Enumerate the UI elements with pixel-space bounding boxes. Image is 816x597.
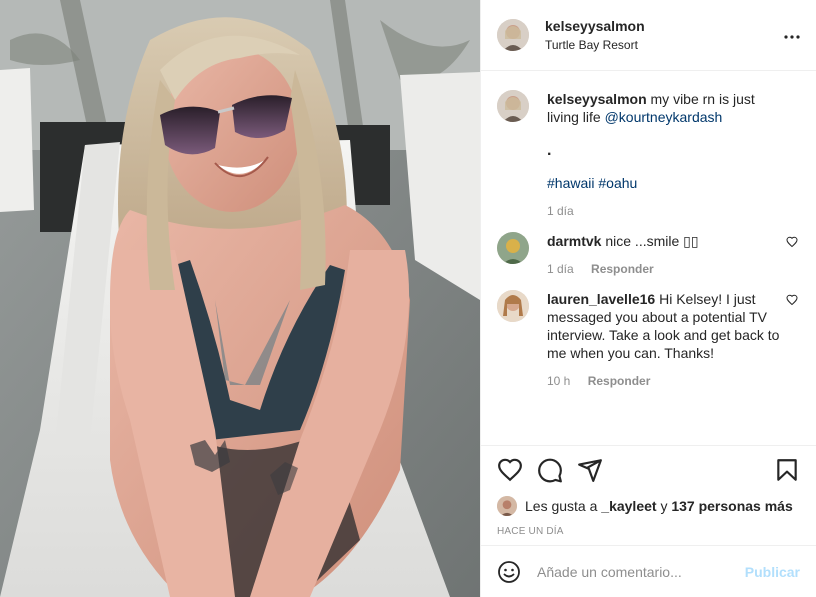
commenter-username[interactable]: lauren_lavelle16 (547, 291, 655, 307)
smiley-icon[interactable] (497, 560, 521, 584)
caption-username[interactable]: kelseyysalmon (547, 91, 647, 107)
comment-item: darmtvk nice ...smile ▯▯ 1 día Responder (497, 232, 800, 276)
instagram-post-modal: kelseyysalmon Turtle Bay Resort kelseyys… (0, 0, 816, 597)
hashtag-hawaii[interactable]: #hawaii (547, 175, 594, 191)
caption-time[interactable]: 1 día (547, 204, 782, 218)
bookmark-icon[interactable] (774, 457, 800, 483)
author-username[interactable]: kelseyysalmon (545, 17, 784, 35)
comment-item: lauren_lavelle16 Hi Kelsey! I just messa… (497, 290, 800, 388)
heart-icon[interactable] (497, 457, 523, 483)
likes-connector: y (660, 498, 668, 514)
likes-prefix: Les gusta a (525, 498, 598, 514)
post-header: kelseyysalmon Turtle Bay Resort (481, 0, 816, 71)
post-photo[interactable] (0, 0, 480, 597)
comment-input[interactable] (537, 563, 745, 580)
commenter-avatar[interactable] (497, 290, 529, 322)
likes-count-link[interactable]: 137 personas más (671, 498, 792, 514)
caption-avatar[interactable] (497, 90, 529, 122)
commenter-avatar[interactable] (497, 232, 529, 264)
post-timestamp[interactable]: HACE UN DÍA (497, 526, 800, 537)
post-photo-image (0, 0, 480, 597)
commenter-username[interactable]: darmtvk (547, 233, 601, 249)
comment-icon[interactable] (537, 457, 563, 483)
post-details-panel: kelseyysalmon Turtle Bay Resort kelseyys… (480, 0, 816, 597)
caption-dot: . (547, 142, 552, 159)
comment-time[interactable]: 1 día (547, 262, 574, 276)
comment-like-heart-icon[interactable] (786, 236, 798, 248)
add-comment-bar: Publicar (481, 545, 816, 597)
comment-time[interactable]: 10 h (547, 374, 570, 388)
hashtag-oahu[interactable]: #oahu (598, 175, 637, 191)
liker-username[interactable]: _kayleet (601, 498, 656, 514)
author-avatar[interactable] (497, 19, 529, 51)
liker-avatar[interactable] (497, 496, 517, 516)
caption-mention[interactable]: @kourtneykardash (605, 109, 723, 125)
share-icon[interactable] (577, 457, 603, 483)
comment-text: nice ...smile ▯▯ (605, 233, 699, 249)
comments-list[interactable]: kelseyysalmon my vibe rn is just living … (481, 72, 816, 444)
publish-button[interactable]: Publicar (745, 564, 800, 580)
reply-button[interactable]: Responder (591, 262, 654, 276)
reply-button[interactable]: Responder (588, 374, 651, 388)
comment-like-heart-icon[interactable] (786, 294, 798, 306)
more-horizontal-icon[interactable] (784, 26, 800, 44)
caption: kelseyysalmon my vibe rn is just living … (497, 90, 800, 218)
post-location[interactable]: Turtle Bay Resort (545, 37, 784, 53)
likes-summary: Les gusta a _kayleet y 137 personas más (497, 496, 800, 516)
post-actions: Les gusta a _kayleet y 137 personas más … (481, 445, 816, 545)
